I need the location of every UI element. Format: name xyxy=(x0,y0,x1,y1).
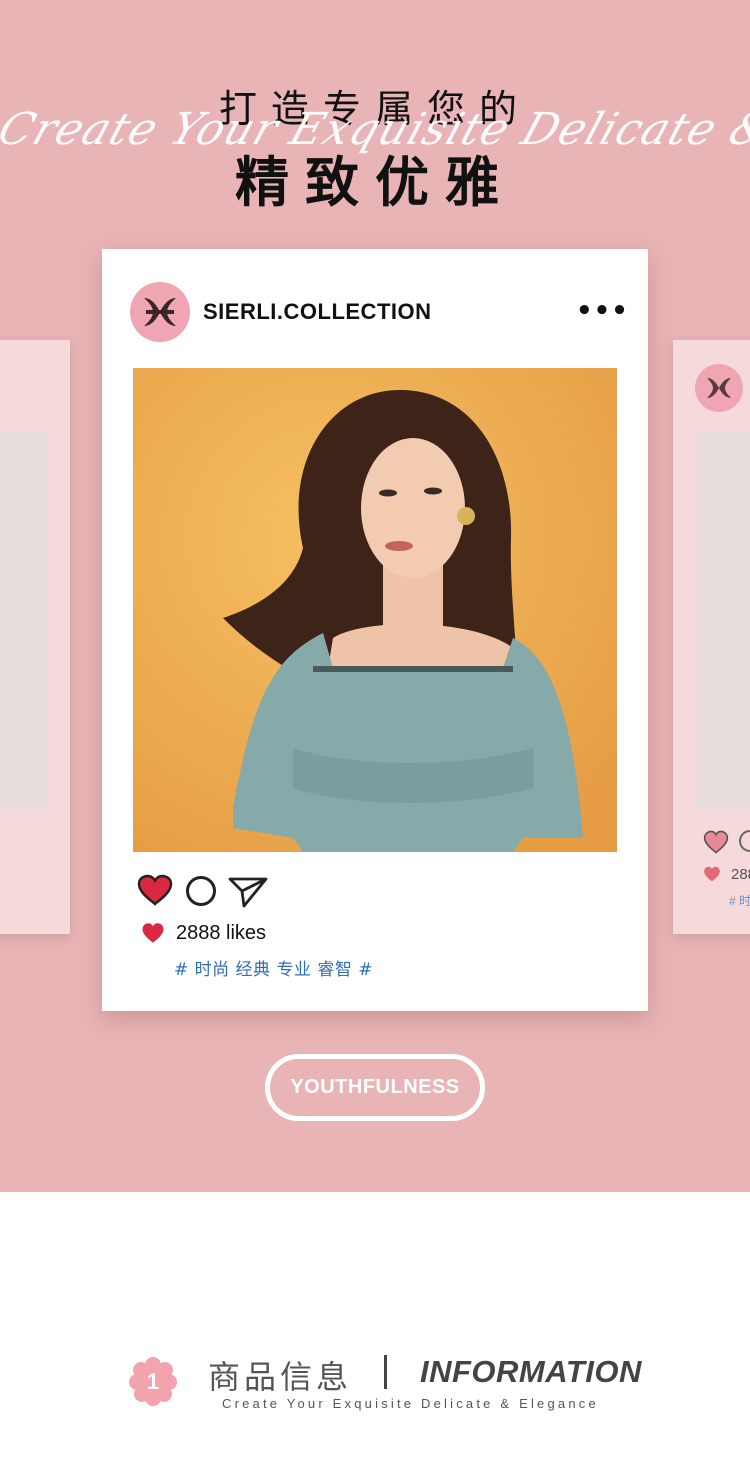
side-tags: # 时 xyxy=(729,894,750,908)
post-photo xyxy=(133,368,617,852)
info-subtitle: Create Your Exquisite Delicate & Eleganc… xyxy=(222,1396,599,1411)
comment-icon[interactable] xyxy=(186,876,216,906)
post-tags[interactable]: # 时尚 经典 专业 睿智 # xyxy=(174,955,373,980)
hero-title-main: 精致优雅 xyxy=(235,150,515,214)
account-handle[interactable]: SIERLI.COLLECTION xyxy=(203,299,432,325)
side-card-right: 288 # 时 xyxy=(673,340,750,934)
youthfulness-label: YOUTHFULNESS xyxy=(290,1076,460,1098)
info-divider xyxy=(384,1355,387,1389)
side-card-left xyxy=(0,340,70,934)
heart-icon[interactable] xyxy=(137,874,173,906)
side-likes-count: 288 xyxy=(731,866,750,883)
info-number: 1 xyxy=(147,1369,159,1394)
heart-icon xyxy=(704,866,720,882)
side-photo-placeholder xyxy=(0,432,47,809)
logo-icon[interactable] xyxy=(130,282,190,342)
likes-count: 2888 likes xyxy=(176,922,267,944)
side-photo-placeholder xyxy=(697,432,750,809)
post-card: SIERLI.COLLECTION ••• 2888 likes # 时尚 经典… xyxy=(102,249,648,1011)
share-icon[interactable] xyxy=(228,875,268,909)
comment-icon xyxy=(739,830,750,852)
more-icon[interactable]: ••• xyxy=(576,296,629,326)
youthfulness-button[interactable]: YOUTHFULNESS xyxy=(265,1054,485,1121)
heart-icon xyxy=(142,923,164,943)
info-title-en: INFORMATION xyxy=(420,1354,642,1389)
logo-icon xyxy=(695,364,743,412)
info-title-cn: 商品信息 xyxy=(208,1358,353,1396)
heart-icon xyxy=(703,830,729,854)
flower-number-icon: 1 xyxy=(129,1357,177,1406)
hero-section: 打造专属您的 Create Your Exquisite Delicate & … xyxy=(0,0,750,1192)
